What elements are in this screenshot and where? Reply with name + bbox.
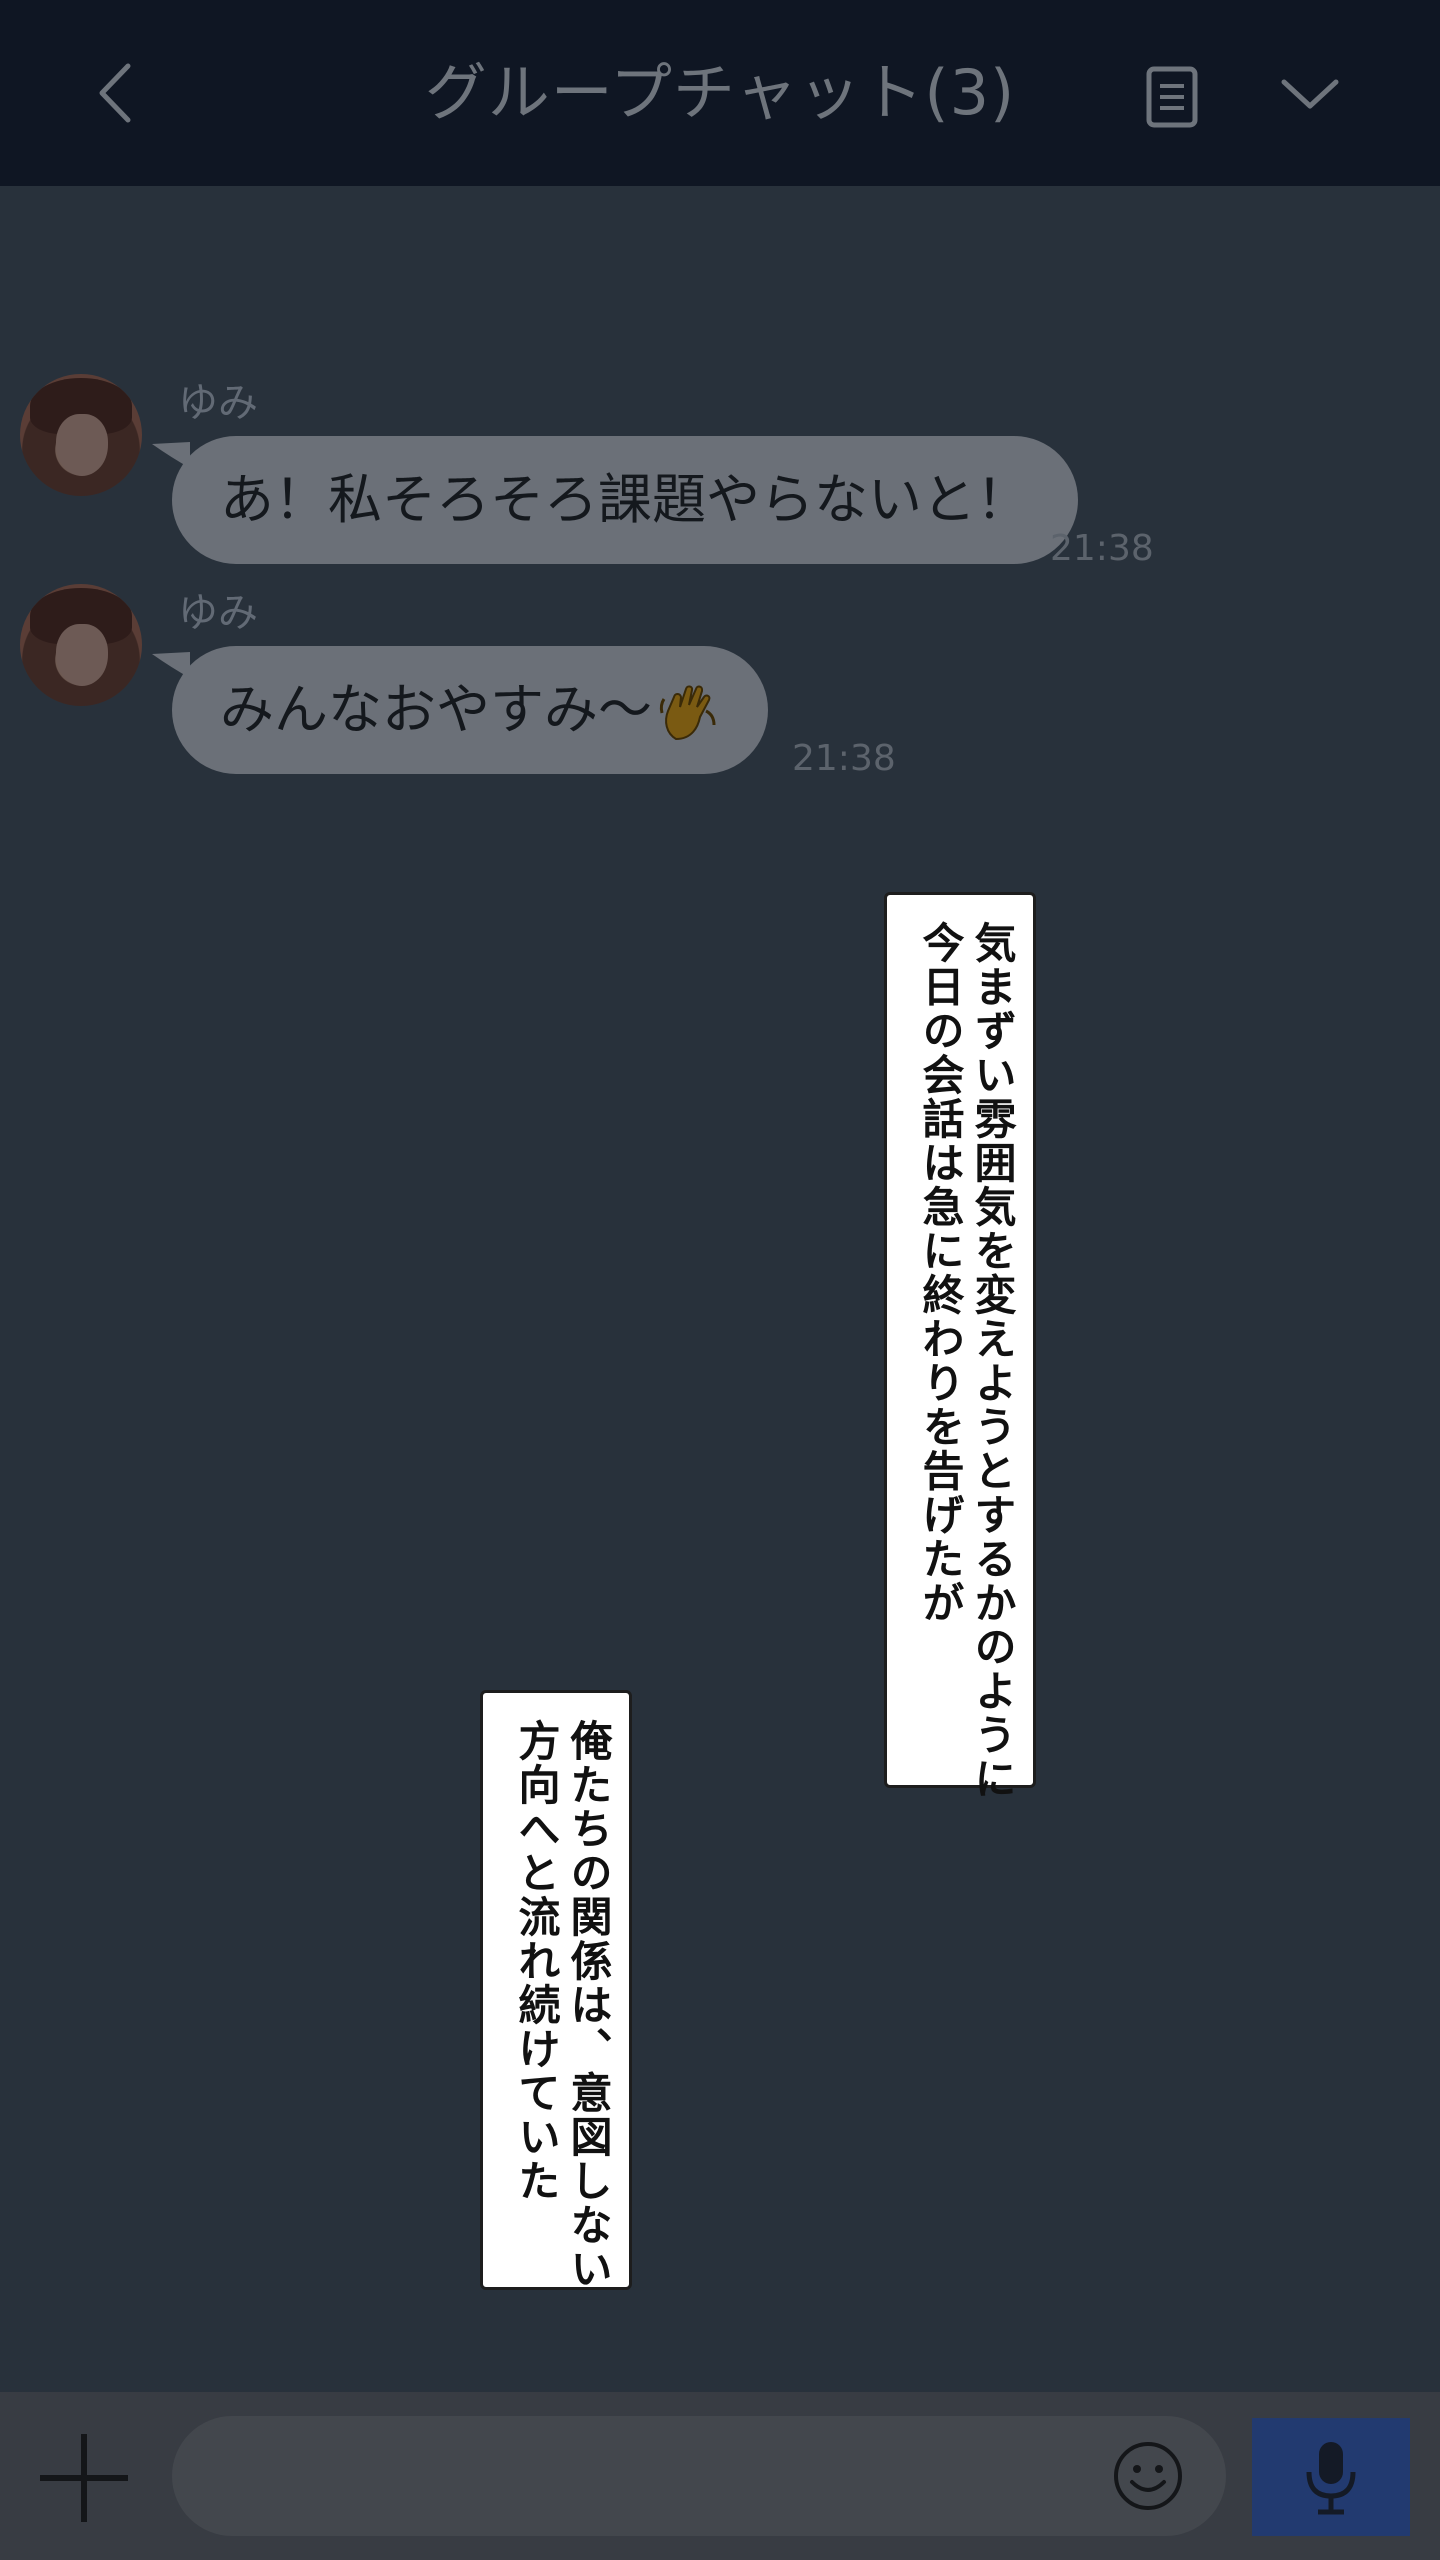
narration-box: 俺たちの関係は、意図しない 方向へと流れ続けていた [480, 1690, 632, 2291]
narration-line: 気まずい雰囲気を変えようとするかのように [968, 921, 1017, 1801]
chat-input-bar [0, 2392, 1440, 2560]
plus-icon[interactable] [36, 2430, 132, 2526]
message-text: あ！私そろそろ課題やらないと！ [220, 468, 1030, 531]
microphone-icon [1306, 2442, 1356, 2515]
sender-name: ゆみ [178, 380, 258, 426]
message-time: 21:38 [792, 738, 896, 779]
chat-header: グループチャット(3) [0, 0, 1440, 186]
message-text: みんなおやすみ～ [220, 678, 652, 741]
microphone-button[interactable] [1252, 2418, 1410, 2536]
narration-line: 方向へと流れ続けていた [512, 1719, 561, 2203]
chevron-down-icon[interactable] [1280, 74, 1340, 114]
chat-title: グループチャット(3) [424, 56, 1016, 129]
message-bubble[interactable]: みんなおやすみ～ [172, 646, 768, 774]
narration-box: 気まずい雰囲気を変えようとするかのように 今日の会話は急に終わりを告げたが [884, 892, 1036, 1801]
message-input[interactable] [172, 2416, 1226, 2536]
waving-hand-icon [659, 685, 716, 741]
smiley-icon[interactable] [1112, 2440, 1184, 2512]
message-bubble[interactable]: あ！私そろそろ課題やらないと！ [172, 436, 1078, 564]
sender-name: ゆみ [178, 590, 258, 636]
chat-screen: グループチャット(3) ゆみ あ！私そろそろ課題やらないと！ 21:38 ゆみ … [0, 0, 1440, 2560]
message-time: 21:38 [1050, 528, 1154, 569]
avatar[interactable] [20, 584, 142, 706]
notes-icon[interactable] [1146, 66, 1198, 128]
narration-line: 俺たちの関係は、意図しない [564, 1719, 613, 2291]
avatar[interactable] [20, 374, 142, 496]
narration-line: 今日の会話は急に終わりを告げたが [916, 921, 965, 1625]
